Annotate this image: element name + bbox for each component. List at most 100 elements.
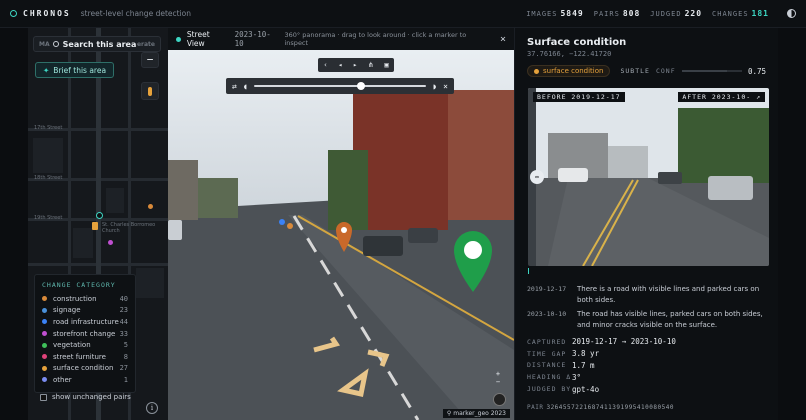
legend-item-street-furniture[interactable]: street furniture 8 [42,351,128,363]
search-this-area-button[interactable]: MA Search this area erate [33,36,161,52]
arrow-left-icon[interactable]: ◂ [338,61,342,69]
confidence-bar-fill [681,70,727,72]
close-controls-icon[interactable]: × [443,82,448,91]
confidence-bar [681,70,742,72]
search-icon [52,41,59,47]
map-search-suffix: erate [136,40,155,48]
pegman-icon [148,86,152,96]
current-location-marker[interactable] [96,212,103,219]
description-date: 2023-10-10 [527,310,567,318]
street-view-header: Street View 2023-10-10 360° panorama · d… [168,28,514,50]
map-poi-label-2: Church [102,228,120,234]
swap-icon[interactable]: ⇄ [232,82,237,91]
change-metadata: CAPTURED 2019-12-17 → 2023-10-10 TIME GAP… [527,336,771,395]
legend-dot [42,365,47,371]
victorian-building [448,90,514,220]
panorama-image[interactable] [168,50,514,420]
slider-thumb[interactable] [357,82,366,90]
meta-distance: DISTANCE 1.7 m [527,360,595,370]
sparkle-icon: ✦ [43,65,50,75]
map-block [73,228,93,258]
map-block [136,268,164,298]
legend-item-other[interactable]: other 1 [42,374,128,386]
zoom-out-icon[interactable]: − [494,378,502,386]
legend-item-storefront-change[interactable]: storefront change 33 [42,328,128,340]
legend-dot [42,342,47,348]
marker-dot [464,241,482,259]
meta-time-gap: TIME GAP 3.8 yr [527,349,600,359]
legend-dot [42,331,47,337]
street-view-title: Street View [186,30,210,48]
pair-id-row: PAIR 3264557221687411391995410080540 [527,404,674,411]
top-bar: CHRONOS street-level change detection IM… [0,0,806,28]
description-text: The road has visible lines, parked cars … [577,310,763,329]
detail-panel: Surface condition 37.76166, −122.41720 s… [514,28,778,420]
map-change-marker[interactable] [108,240,113,245]
street-trees [328,150,368,230]
street-view-date: 2023-10-10 [234,30,271,48]
compare-divider-indicator [528,268,529,274]
rabbit-icon[interactable]: ◗ [432,82,437,91]
change-coordinates: 37.76166, −122.41720 [527,50,612,58]
logo-icon [10,10,17,17]
change-category-legend: CHANGE CATEGORY construction 40 signage 23… [34,274,136,393]
zoom-in-icon[interactable]: + [494,370,502,378]
stat-pairs: PAIRS 808 [593,9,641,18]
street-view-panel[interactable]: Street View 2023-10-10 360° panorama · d… [168,28,514,420]
theme-toggle-icon[interactable] [787,9,796,18]
pegman-button[interactable] [141,82,159,100]
legend-item-signage[interactable]: signage 23 [42,305,128,317]
street-view-zoom[interactable]: + − [494,370,502,388]
marker-small[interactable] [287,223,293,229]
arrow-right-icon[interactable]: ▸ [353,61,357,69]
severity-label: SUBTLE [620,67,650,75]
parked-car [408,228,438,243]
speed-slider[interactable] [253,82,427,90]
legend-dot [42,307,47,313]
building-left [168,160,198,220]
street-view-credit: ⚲ marker_geo 2023 [442,409,510,418]
show-unchanged-checkbox[interactable] [40,393,47,401]
stats-bar: IMAGES 5849 PAIRS 808 JUDGED 220 CHANGES 181 [526,9,796,18]
chevron-left-icon[interactable]: ‹ [323,61,327,69]
map-street-label: 18th Street [34,175,63,181]
compass-icon[interactable] [493,393,506,406]
expand-icon[interactable]: ↗ [756,93,761,101]
pair-id: 3264557221687411391995410080540 [546,404,674,411]
parked-car [363,236,403,256]
search-this-area-label: Search this area [62,39,137,49]
trees-left [198,178,238,218]
map-change-marker[interactable] [148,204,153,209]
legend-dot [42,319,47,325]
turtle-icon[interactable]: ◖ [243,82,248,91]
map-zoom-out-button[interactable]: − [141,52,159,68]
before-after-compare[interactable]: BEFORE 2019-12-17 AFTER 2023-10- ↗ ⇔ [528,88,769,266]
playback-controls[interactable]: ⇄ ◖ ◗ × [226,78,454,94]
compare-slider-handle[interactable]: ⇔ [530,170,544,184]
confidence-value: 0.75 [747,66,766,76]
mode-icon[interactable]: ⋔ [368,61,374,69]
close-icon[interactable]: × [500,34,506,45]
legend-dot [42,377,47,383]
fullscreen-icon[interactable]: ▣ [384,61,388,69]
show-unchanged-toggle[interactable]: show unchanged pairs [40,393,131,401]
info-icon[interactable]: i [146,402,158,414]
meta-captured: CAPTURED 2019-12-17 → 2023-10-10 [527,337,676,347]
description-before: 2019-12-17 There is a road with visible … [527,284,771,306]
street-view-nav-bar[interactable]: ‹ ◂ ▸ ⋔ ▣ [318,58,394,72]
map-block [106,188,124,213]
legend-dot [42,354,47,360]
legend-item-construction[interactable]: construction 40 [42,293,128,305]
legend-item-vegetation[interactable]: vegetation 5 [42,339,128,351]
stat-judged: JUDGED 220 [650,9,703,18]
legend-item-road-infrastructure[interactable]: road infrastructure 44 [42,316,128,328]
marker-dot [341,227,347,233]
app-tagline: street-level change detection [80,9,191,18]
stat-changes: CHANGES 181 [712,9,769,18]
street-view-icon [176,36,181,42]
brief-this-area-button[interactable]: ✦ Brief this area [35,62,115,78]
legend-item-surface-condition[interactable]: surface condition 27 [42,363,128,375]
marker-road-infrastructure[interactable] [279,219,285,225]
selected-marker[interactable] [92,222,98,230]
description-text: There is a road with visible lines and p… [577,285,760,304]
